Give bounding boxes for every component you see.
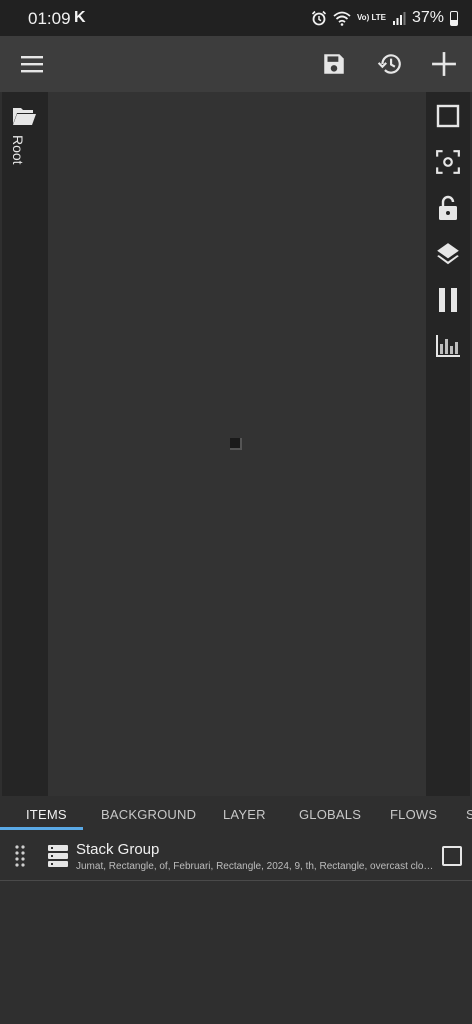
status-bar: 01:09 K Vo) LTE 37% [0, 0, 472, 36]
item-checkbox[interactable] [442, 846, 462, 866]
wifi-icon [333, 11, 351, 26]
tab-background[interactable]: BACKGROUND [101, 807, 196, 822]
app-notification-icon: K [74, 9, 86, 26]
status-time: 01:09 [28, 9, 71, 28]
tab-layer[interactable]: LAYER [223, 807, 266, 822]
stack-group-icon [47, 844, 69, 873]
tab-flows[interactable]: FLOWS [390, 807, 437, 822]
editor-canvas[interactable] [48, 92, 426, 796]
status-icons: Vo) LTE 37% [311, 9, 458, 27]
layers-icon[interactable] [432, 238, 464, 270]
battery-percent: 37% [411, 9, 444, 26]
battery-icon [450, 10, 458, 26]
item-title: Stack Group [76, 841, 160, 858]
tab-items[interactable]: ITEMS [26, 807, 67, 822]
pause-icon[interactable] [432, 284, 464, 316]
history-icon[interactable] [374, 48, 406, 80]
left-panel [2, 92, 48, 796]
network-type-label: Vo) LTE [356, 13, 386, 22]
top-toolbar [0, 36, 472, 92]
active-tab-indicator [0, 827, 83, 830]
bottom-tabs: ITEMS BACKGROUND LAYER GLOBALS FLOWS S [0, 796, 472, 830]
signal-icon [392, 12, 406, 25]
alarm-icon [311, 10, 327, 26]
list-item[interactable]: Stack Group Jumat, Rectangle, of, Februa… [0, 832, 472, 881]
item-subtitle: Jumat, Rectangle, of, Februari, Rectangl… [76, 861, 434, 872]
equalizer-icon[interactable] [432, 330, 464, 362]
square-outline-icon[interactable] [432, 100, 464, 132]
tab-globals[interactable]: GLOBALS [299, 807, 361, 822]
canvas-item-preview[interactable] [230, 438, 242, 450]
tab-overflow[interactable]: S [466, 807, 472, 822]
center-focus-icon[interactable] [432, 146, 464, 178]
lock-open-icon[interactable] [432, 192, 464, 224]
root-label[interactable]: Root [10, 135, 26, 165]
save-icon[interactable] [318, 48, 350, 80]
folder-open-icon[interactable] [12, 106, 36, 131]
add-icon[interactable] [428, 48, 460, 80]
menu-icon[interactable] [16, 48, 48, 80]
right-panel [426, 92, 470, 796]
drag-handle-icon[interactable] [14, 844, 26, 873]
